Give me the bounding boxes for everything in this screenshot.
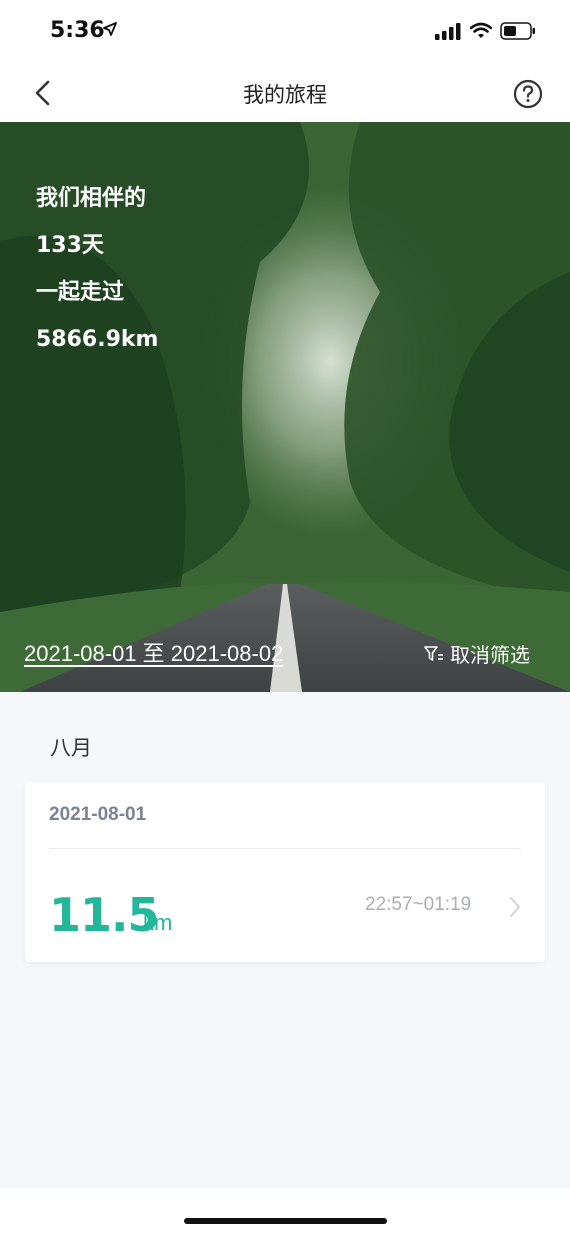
journey-summary: 我们相伴的 133天 一起走过 5866.9km	[36, 184, 158, 372]
wifi-icon	[470, 22, 492, 38]
summary-line-3: 一起走过	[36, 280, 125, 305]
filter-icon	[424, 645, 443, 661]
home-indicator[interactable]	[184, 1218, 387, 1224]
month-heading: 八月	[50, 737, 92, 760]
nav-bar: 我的旅程	[0, 62, 570, 122]
trip-date: 2021-08-01	[49, 804, 147, 825]
battery-icon	[500, 22, 535, 40]
page-title: 我的旅程	[243, 84, 327, 107]
status-bar: 5:36	[0, 0, 570, 62]
bottom-bar	[0, 1188, 570, 1235]
summary-line-1: 我们相伴的	[36, 186, 147, 211]
trip-distance-unit: km	[143, 910, 173, 935]
signal-icon	[435, 23, 461, 40]
summary-days: 133天	[36, 233, 104, 258]
chevron-right-icon	[510, 897, 520, 917]
status-time: 5:36	[50, 18, 105, 43]
help-button[interactable]	[513, 79, 543, 109]
cancel-filter-button[interactable]: 取消筛选	[424, 639, 530, 668]
hero-banner: 我们相伴的 133天 一起走过 5866.9km 2021-08-01 至 20…	[0, 122, 570, 692]
trip-card[interactable]: 2021-08-01 11.5 km 22:57~01:19	[25, 782, 545, 962]
cancel-filter-label: 取消筛选	[450, 645, 530, 667]
summary-total-distance: 5866.9km	[36, 327, 159, 352]
date-range-filter[interactable]: 2021-08-01 至 2021-08-02	[24, 636, 283, 668]
location-arrow-icon	[103, 22, 117, 36]
divider	[49, 848, 521, 849]
trip-time-range: 22:57~01:19	[365, 894, 472, 915]
